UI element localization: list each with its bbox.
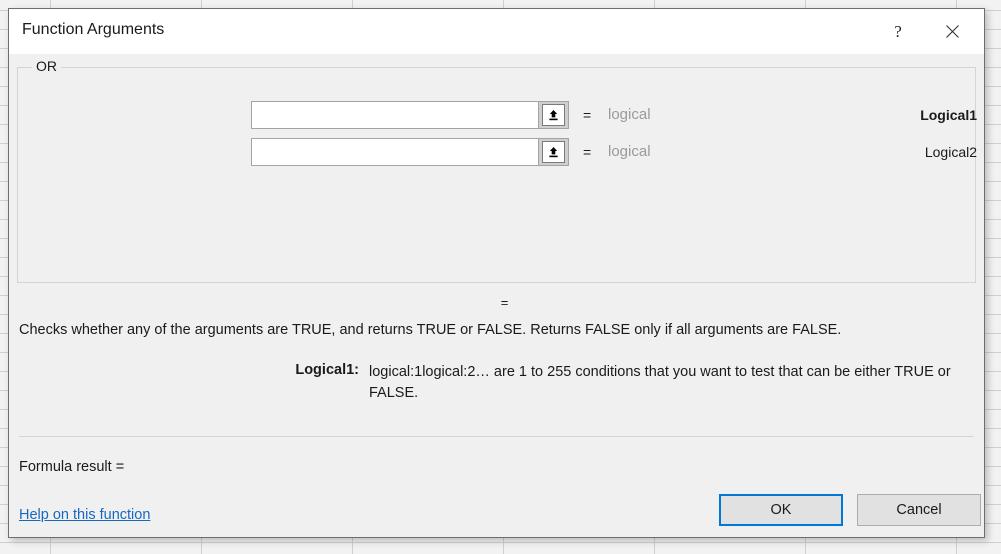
argument-label-logical2: Logical2 [924,144,977,160]
argument-label-logical1: Logical1 [920,107,977,123]
ok-button[interactable]: OK [719,494,843,526]
collapse-dialog-icon [542,141,565,163]
center-equals-glyph: = [500,295,509,310]
argument-help-label: Logical1: [295,362,359,378]
argument-result-logical2: logical [608,143,651,160]
argument-result-logical1: logical [608,106,651,123]
collapse-dialog-button-logical2[interactable] [538,138,569,166]
function-arguments-dialog: Function Arguments ? OR Logical1 = logic [8,8,985,538]
question-mark-icon: ? [894,22,902,41]
collapse-dialog-icon [542,104,565,126]
close-icon [944,23,961,40]
argument-row-logical2: Logical2 = logical [18,138,977,166]
formula-preview-equals: = [9,295,984,310]
grid-row-line [0,542,1001,543]
help-on-this-function-link[interactable]: Help on this function [19,507,150,523]
equals-sign-logical2: = [583,144,592,160]
argument-input-logical1[interactable] [251,101,541,129]
function-name-label: OR [32,58,61,74]
formula-result-label: Formula result = [19,459,125,475]
footer-separator [19,436,974,437]
function-description: Checks whether any of the arguments are … [19,322,842,338]
argument-input-logical2[interactable] [251,138,541,166]
argument-help-text: logical:1logical:2… are 1 to 255 conditi… [369,364,951,401]
collapse-dialog-button-logical1[interactable] [538,101,569,129]
arguments-group: OR Logical1 = logical Logical2 = logical [17,58,977,283]
dialog-title: Function Arguments [22,21,165,38]
dialog-titlebar: Function Arguments ? [9,9,984,54]
help-button[interactable]: ? [875,9,921,54]
equals-sign-logical1: = [583,107,592,123]
argument-row-logical1: Logical1 = logical [18,101,977,129]
cancel-button[interactable]: Cancel [857,494,981,526]
close-button[interactable] [929,9,975,54]
